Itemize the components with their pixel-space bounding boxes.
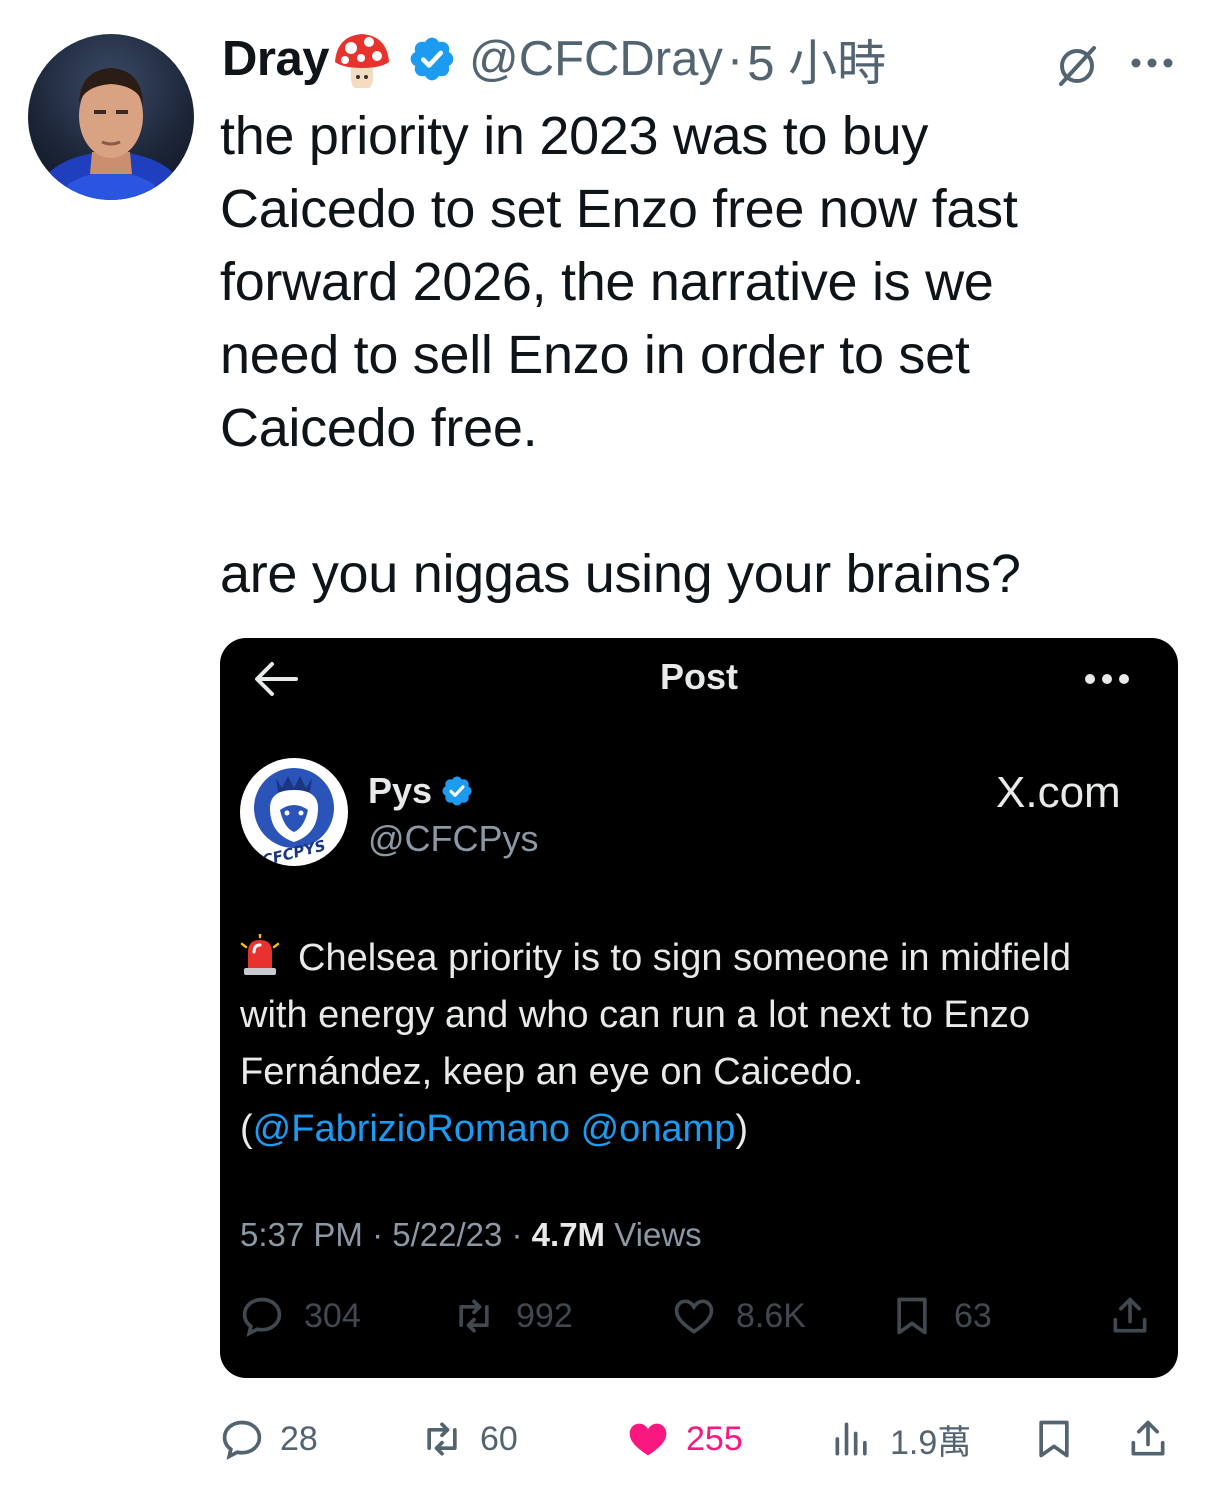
- embedded-post-text: Chelsea priority is to sign someone in m…: [240, 930, 1170, 1158]
- avatar-image: [39, 68, 183, 200]
- share-icon: [1131, 1420, 1165, 1456]
- heart-filled-icon: [629, 1423, 667, 1456]
- author-avatar[interactable]: [28, 34, 194, 200]
- like-button[interactable]: 255: [626, 1414, 743, 1464]
- heart-icon: [674, 1299, 714, 1334]
- embedded-views-count: 4.7M: [531, 1216, 606, 1253]
- tweet-text: the priority in 2023 was to buy Caicedo …: [220, 100, 1180, 611]
- embedded-author-handle: @CFCPys: [368, 818, 539, 859]
- tweet-line: need to sell Enzo in order to set: [220, 325, 970, 385]
- embedded-line: Fernández, keep an eye on Caicedo.: [240, 1051, 864, 1093]
- bookmark-icon: [1039, 1420, 1069, 1458]
- reply-icon: [222, 1420, 262, 1460]
- siren-icon: [240, 932, 280, 976]
- reply-button[interactable]: 28: [220, 1414, 318, 1464]
- embedded-header-title: Post: [659, 656, 738, 697]
- mention-fabrizioromano: @FabrizioRomano: [252, 1108, 571, 1150]
- embedded-post-image[interactable]: Post CFCPYS Pys @CFCPys X.com Chelsea pr…: [220, 638, 1178, 1378]
- embedded-author-name: Pys: [368, 770, 433, 811]
- embedded-repost-stat: 992: [452, 1294, 573, 1338]
- embedded-reply-count: 304: [304, 1296, 361, 1335]
- paren-close: ): [735, 1108, 748, 1150]
- mention-space: [570, 1108, 581, 1150]
- header-separator: ·: [726, 32, 744, 86]
- tweet-header: Dray @CFCDray · 5 小時: [222, 28, 886, 91]
- embedded-author-avatar: CFCPYS: [240, 758, 348, 866]
- bookmark-icon: [897, 1297, 927, 1335]
- repost-icon: [459, 1299, 489, 1333]
- embedded-time: 5:37 PM: [240, 1216, 363, 1253]
- tweet-line: Caicedo free.: [220, 398, 538, 458]
- more-options-icon: [1084, 672, 1130, 684]
- embedded-share-stat: [1108, 1294, 1172, 1338]
- tweet-line: forward 2026, the narrative is we: [220, 252, 994, 312]
- repost-icon: [427, 1422, 457, 1456]
- reply-count: 28: [280, 1419, 318, 1458]
- embedded-views-label: Views: [605, 1216, 702, 1253]
- embedded-post-meta: 5:37 PM · 5/22/23 · 4.7M Views: [240, 1216, 702, 1254]
- post-time[interactable]: 5 小時: [747, 24, 886, 95]
- paren-open: (: [240, 1108, 253, 1150]
- like-count: 255: [686, 1419, 743, 1458]
- more-options-icon[interactable]: [1130, 56, 1174, 68]
- watermark: X.com: [996, 768, 1121, 817]
- reply-icon: [242, 1297, 282, 1337]
- embedded-line: with energy and who can run a lot next t…: [240, 994, 1031, 1036]
- views-button[interactable]: 1.9萬: [830, 1414, 971, 1464]
- embedded-stats-bar: 304 992 8.6K 63: [240, 1294, 1160, 1338]
- bookmark-button[interactable]: [1032, 1414, 1092, 1464]
- mention-onamp: @onamp: [580, 1108, 736, 1150]
- author-name[interactable]: Dray: [222, 31, 329, 87]
- embedded-line-text: Chelsea priority is to sign someone in m…: [298, 937, 1072, 979]
- meta-separator: ·: [502, 1216, 532, 1253]
- verified-badge-icon[interactable]: [407, 34, 457, 84]
- mushroom-icon: [331, 28, 393, 90]
- tweet-line: the priority in 2023 was to buy: [220, 106, 929, 166]
- embedded-line: Chelsea priority is to sign someone in m…: [240, 930, 1170, 987]
- embedded-author-name-row: Pys: [368, 770, 474, 812]
- share-icon: [1113, 1297, 1147, 1333]
- embedded-reply-stat: 304: [240, 1294, 361, 1338]
- tweet-line: Caicedo to set Enzo free now fast: [220, 179, 1018, 239]
- embedded-repost-count: 992: [516, 1296, 573, 1335]
- embedded-date: 5/22/23: [392, 1216, 503, 1253]
- view-count: 1.9萬: [890, 1423, 972, 1462]
- embedded-like-stat: 8.6K: [672, 1294, 806, 1338]
- verified-badge-icon: [440, 774, 474, 808]
- tweet-line: are you niggas using your brains?: [220, 544, 1021, 604]
- share-button[interactable]: [1126, 1414, 1186, 1464]
- author-handle[interactable]: @CFCDray: [469, 31, 723, 87]
- embedded-bookmark-count: 63: [954, 1296, 992, 1335]
- embedded-like-count: 8.6K: [736, 1296, 806, 1335]
- analytics-icon: [835, 1422, 867, 1456]
- action-bar: 28 60 255 1.9萬: [220, 1414, 1180, 1464]
- repost-button[interactable]: 60: [420, 1414, 518, 1464]
- meta-separator: ·: [362, 1216, 393, 1253]
- embedded-bookmark-stat: 63: [890, 1294, 992, 1338]
- grok-icon[interactable]: [1052, 40, 1102, 90]
- repost-count: 60: [480, 1419, 518, 1458]
- embedded-line: (@FabrizioRomano @onamp): [240, 1101, 1170, 1158]
